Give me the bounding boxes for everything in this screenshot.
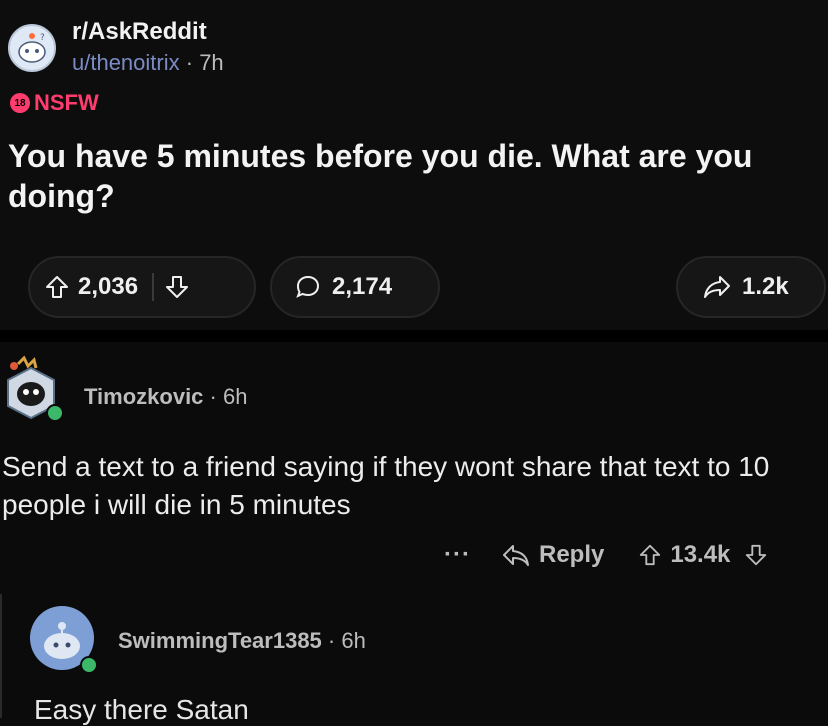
comment-age: · 6h: [209, 384, 248, 409]
comment-actions: ··· Reply 13.4k: [440, 538, 828, 572]
comment-upvote-icon[interactable]: [638, 543, 662, 567]
comment-author-line: Timozkovic · 6h: [84, 384, 247, 410]
downvote-icon[interactable]: [164, 274, 190, 300]
reply-arrow-icon[interactable]: [501, 543, 531, 567]
comment-vote-count: 13.4k: [670, 541, 731, 568]
share-count: 1.2k: [742, 273, 789, 300]
upvote-icon[interactable]: [44, 274, 70, 300]
svg-text:?: ?: [40, 33, 45, 43]
reply-button[interactable]: Reply: [539, 541, 604, 569]
reply-age: · 6h: [327, 628, 366, 653]
reply-author-line: SwimmingTear1385 · 6h: [118, 628, 366, 654]
vote-divider: [152, 273, 155, 301]
comment-bubble-icon: [294, 273, 322, 301]
post-age: · 7h: [185, 50, 224, 75]
share-button[interactable]: 1.2k: [676, 256, 826, 318]
subreddit-avatar[interactable]: ?: [8, 24, 56, 72]
vote-bar: 2,036: [28, 256, 256, 318]
post-card: ? r/AskReddit u/thenoitrix · 7h 18 NSFW …: [0, 0, 828, 330]
nsfw-tag: 18 NSFW: [10, 90, 99, 116]
reply-author[interactable]: SwimmingTear1385: [118, 628, 322, 653]
comment-author[interactable]: Timozkovic: [84, 384, 203, 409]
comment-downvote-icon[interactable]: [744, 543, 768, 567]
post-author[interactable]: u/thenoitrix: [72, 50, 180, 75]
reply-body: Easy there Satan: [34, 694, 249, 725]
comment-body: Send a text to a friend saying if they w…: [2, 451, 770, 520]
thread-line[interactable]: [0, 594, 2, 718]
more-dots-icon[interactable]: ···: [444, 541, 471, 569]
section-divider: [0, 330, 828, 342]
share-arrow-icon: [702, 274, 732, 300]
commenter-avatar[interactable]: [2, 354, 64, 422]
reply-online-status-icon: [80, 656, 98, 674]
online-status-icon: [46, 404, 64, 422]
comments-button[interactable]: 2,174: [270, 256, 440, 318]
post-title[interactable]: You have 5 minutes before you die. What …: [8, 136, 823, 216]
subreddit-name[interactable]: r/AskReddit: [72, 18, 207, 46]
nsfw-label: NSFW: [34, 90, 99, 115]
comment-count: 2,174: [332, 273, 393, 300]
comment-thread: Timozkovic · 6h Send a text to a friend …: [0, 342, 828, 725]
upvote-count: 2,036: [78, 273, 139, 300]
nsfw-18-icon: 18: [10, 93, 30, 113]
post-meta: u/thenoitrix · 7h: [72, 50, 224, 76]
